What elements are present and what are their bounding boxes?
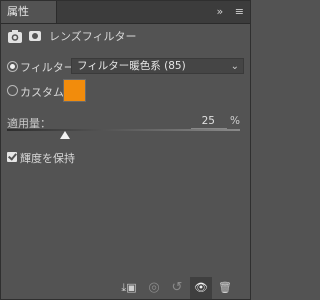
tab-properties[interactable]: 属性 [1, 1, 57, 23]
tab-controls: » ≡ [209, 1, 244, 23]
preserve-luminosity-label: 輝度を保持 [20, 152, 75, 165]
density-input[interactable]: 25 [191, 115, 227, 129]
filter-radio[interactable] [7, 61, 18, 72]
panel-tab-bar: 属性 » ≡ [1, 1, 250, 24]
layer-mask-icon[interactable] [29, 31, 41, 41]
panel-menu-icon[interactable]: ≡ [235, 5, 244, 18]
adjustment-layer-icon[interactable] [7, 29, 23, 44]
filter-select-value: フィルター暖色系 (85) [77, 60, 186, 72]
density-row: 適用量： 25 % [1, 115, 250, 130]
panel-footer: ⤓▣ ◎ ↺ 👁 🗑 [1, 277, 250, 299]
filter-row: フィルター： フィルター暖色系 (85) ⌄ [1, 58, 250, 74]
custom-color-swatch[interactable] [63, 79, 86, 102]
view-previous-state-icon[interactable]: ◎ [144, 277, 164, 299]
density-slider-track[interactable] [7, 129, 240, 131]
properties-header: レンズフィルター [1, 25, 250, 49]
adjustment-title: レンズフィルター [49, 30, 137, 43]
custom-row: カスタム： [1, 79, 250, 103]
clip-to-layer-icon[interactable]: ⤓▣ [119, 277, 139, 299]
preserve-row: 輝度を保持 [1, 150, 250, 165]
properties-panel: 属性 » ≡ レンズフィルター フィルター： フィルター暖色系 (85) ⌄ カ… [0, 0, 251, 300]
trash-icon[interactable]: 🗑 [215, 277, 235, 299]
chevron-down-icon: ⌄ [230, 61, 239, 72]
density-slider-thumb[interactable] [60, 131, 70, 139]
density-unit: % [230, 115, 240, 127]
collapse-icon[interactable]: » [217, 5, 224, 18]
reset-icon[interactable]: ↺ [167, 277, 187, 299]
custom-radio[interactable] [7, 85, 18, 96]
filter-select[interactable]: フィルター暖色系 (85) ⌄ [71, 58, 244, 74]
visibility-eye-icon[interactable]: 👁 [190, 277, 212, 299]
preserve-luminosity-checkbox[interactable] [7, 152, 17, 162]
